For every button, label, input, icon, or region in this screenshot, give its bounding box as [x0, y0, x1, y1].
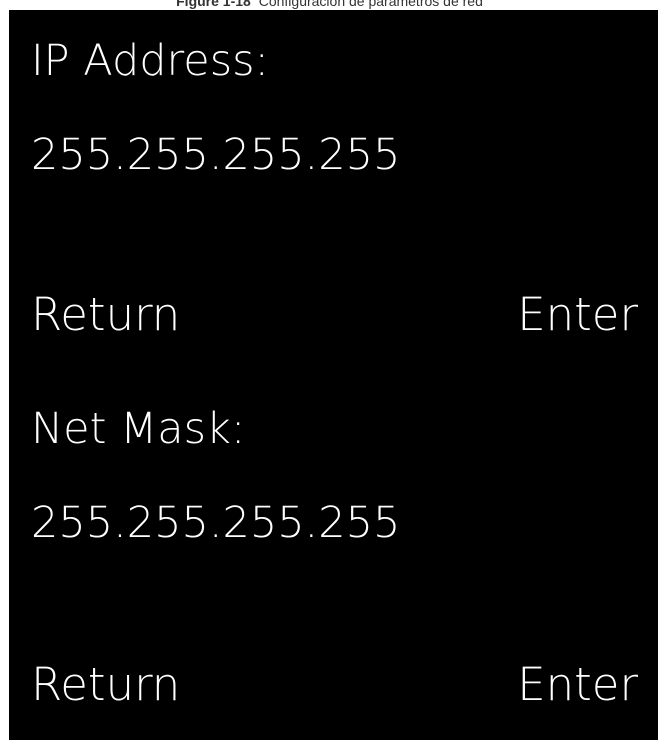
net-mask-value[interactable]: 255.255.255.255	[31, 502, 400, 545]
mask-return-button[interactable]: Return	[31, 662, 180, 707]
ip-address-value[interactable]: 255.255.255.255	[31, 134, 400, 177]
device-screen: IP Address: 255.255.255.255 Return Enter…	[9, 10, 658, 740]
figure-number: Figure 1-18	[176, 0, 251, 9]
mask-enter-button[interactable]: Enter	[517, 662, 638, 707]
ip-address-label: IP Address:	[31, 36, 270, 86]
figure-caption-text: Configuración de parámetros de red	[258, 0, 483, 9]
ip-enter-button[interactable]: Enter	[517, 292, 638, 337]
net-mask-label: Net Mask:	[31, 404, 246, 454]
ip-return-button[interactable]: Return	[31, 292, 180, 337]
figure-caption: Figure 1-18 Configuración de parámetros …	[0, 0, 659, 10]
